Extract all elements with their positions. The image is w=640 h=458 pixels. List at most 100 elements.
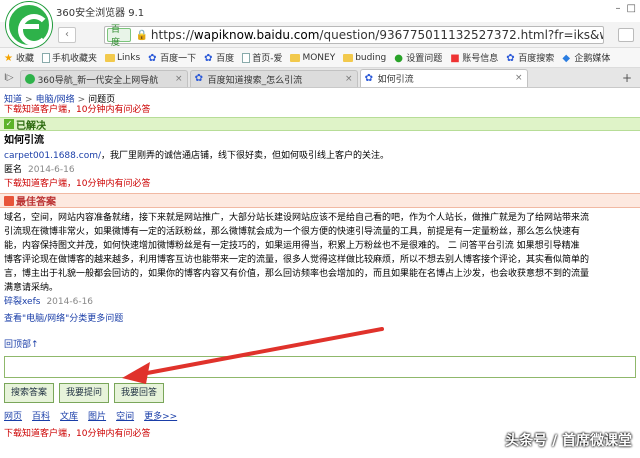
folder-icon (290, 53, 301, 62)
browser-tab[interactable]: 360导航_新一代安全上网导航 × (19, 70, 188, 87)
url-path: /question/936775011132527372.html?fr=iks… (319, 28, 603, 42)
maximize-icon[interactable]: □ (627, 3, 636, 14)
client-download-link-2[interactable]: 下载知道客户端，10分钟内有问必答 (4, 177, 636, 191)
paw-icon: ✿ (148, 53, 157, 64)
action-buttons: 搜索答案 我要提问 我要回答 (4, 383, 636, 405)
tab-label: 百度知道搜索_怎么引流 (207, 75, 303, 86)
link-webpage[interactable]: 网页 (4, 409, 22, 423)
close-tab-icon[interactable]: × (515, 73, 523, 83)
favorite-item[interactable]: 手机收藏夹 (42, 51, 97, 64)
favorite-label: 收藏 (16, 54, 35, 64)
best-answer-label: 最佳答案 (16, 197, 56, 208)
answer-input[interactable] (4, 356, 636, 378)
back-to-top-link[interactable]: 回顶部↑ (4, 337, 636, 353)
best-answer-icon (4, 195, 14, 206)
check-icon: ✓ (4, 119, 14, 129)
address-bar: ‹ 百度 🔒 https://wapiknow.baidu.com/questi… (0, 22, 640, 48)
solved-label: 已解决 (16, 120, 46, 132)
solved-status-bar: ✓ 已解决 (0, 117, 640, 132)
favorite-item[interactable]: ✿ 百度 (204, 51, 234, 64)
favorite-item[interactable]: ✿ 百度一下 (148, 51, 196, 64)
favorite-label: 首页-爱 (252, 54, 283, 64)
browser-tab[interactable]: ✿ 如何引流 × (359, 69, 528, 87)
url-prefix: https:// (150, 28, 194, 42)
nav-buttons: ‹ (58, 27, 76, 43)
green-icon: ● (394, 53, 403, 64)
red-icon: ■ (450, 53, 460, 64)
url-text[interactable]: https://wapiknow.baidu.com/question/9367… (151, 28, 603, 42)
favorite-item[interactable]: Links (105, 53, 140, 63)
tab-label: 360导航_新一代安全上网导航 (37, 75, 159, 86)
breadcrumb: 知道 > 电脑/网络 > 问题页 (4, 95, 116, 105)
url-field[interactable]: 百度 🔒 https://wapiknow.baidu.com/question… (104, 25, 604, 48)
page-icon (42, 52, 51, 63)
folder-icon (343, 53, 354, 62)
favorite-item[interactable]: buding (343, 53, 386, 63)
favorite-item[interactable]: ■ 账号信息 (450, 51, 498, 64)
minimize-icon[interactable]: – (616, 3, 621, 14)
favorite-item[interactable]: 首页-爱 (242, 51, 282, 64)
window-controls: – □ (616, 3, 636, 14)
star-icon: ★ (4, 53, 13, 64)
question-body: carpet001.1688.com/，我厂里刚弄的诚信通店铺，线下很好卖，但如… (4, 149, 636, 163)
paw-icon: ✿ (204, 53, 213, 64)
link-baike[interactable]: 百科 (32, 409, 50, 423)
close-tab-icon[interactable]: × (345, 74, 353, 84)
favorite-label: 百度一下 (160, 54, 197, 64)
answer-button[interactable]: 我要回答 (114, 383, 165, 403)
address-action-icon[interactable] (618, 28, 634, 42)
back-icon[interactable]: ‹ (58, 27, 76, 43)
close-tab-icon[interactable]: × (175, 74, 183, 84)
link-wenku[interactable]: 文库 (60, 409, 78, 423)
tab-bar: I▷ 360导航_新一代安全上网导航 × ✿ 百度知道搜索_怎么引流 × ✿ 如何引流 × + (0, 68, 640, 88)
best-answer-bar: 最佳答案 (0, 193, 640, 208)
answer-author[interactable]: 碎裂xefs (4, 297, 40, 307)
favorite-label: buding (355, 52, 387, 63)
more-questions-link[interactable]: 查看"电脑/网络"分类更多问题 (4, 311, 636, 327)
answer-date: 2014-6-16 (46, 297, 94, 307)
link-more[interactable]: 更多>> (144, 409, 177, 423)
favorite-label: 手机收藏夹 (52, 54, 98, 64)
link-images[interactable]: 图片 (88, 409, 106, 423)
link-space[interactable]: 空间 (116, 409, 134, 423)
paw-icon: ✿ (194, 73, 203, 84)
favorite-item[interactable]: ✿ 百度搜索 (506, 51, 554, 64)
browser-tab[interactable]: ✿ 百度知道搜索_怎么引流 × (189, 70, 358, 87)
favorite-label: 账号信息 (462, 54, 499, 64)
blue-icon: ◆ (562, 53, 571, 64)
answer-line: 博客评论现在做博客的越来越多，利用博客互访也能带来一定的流量，很多人觉得这样做比… (4, 255, 590, 265)
answer-line: 能，内容保持图文并茂，如何快速增加微博粉丝是有一定技巧的，如果运用得当，积累上万… (4, 241, 580, 251)
search-engine-badge[interactable]: 百度 (107, 25, 132, 48)
tab-label: 如何引流 (377, 75, 414, 85)
favorite-label: 百度 (216, 54, 235, 64)
question-author: 匿名 (4, 165, 23, 175)
paw-icon: ✿ (506, 53, 515, 64)
tab-list-icon[interactable]: I▷ (4, 73, 14, 83)
favorite-item[interactable]: ◆ 企鹅媒体 (562, 51, 610, 64)
question-meta: 匿名 2014-6-16 (4, 163, 636, 177)
favorite-label: MONEY (302, 52, 336, 63)
bottom-nav-links: 网页 百科 文库 图片 空间 更多>> (4, 409, 636, 423)
favorite-label: 设置问题 (406, 54, 443, 64)
favorites-bar: ★ 收藏 手机收藏夹 Links ✿ 百度一下 ✿ 百度 首页-爱 MONEY buding ● 设置问… (0, 48, 640, 68)
answer-line: 引流现在微博非常火，如果微博有一定的活跃粉丝，那么微博就会成为一个很方便的快速引… (4, 227, 581, 237)
question-title: 如何引流 (4, 135, 44, 146)
question-date: 2014-6-16 (28, 165, 75, 175)
page-icon (242, 52, 251, 63)
favorite-item[interactable]: ★ 收藏 (4, 51, 34, 64)
360-browser-logo-icon[interactable] (6, 2, 52, 48)
answer-line: 域名，空间，网站内容准备就绪，接下来就是网站推广，大部分站长建设网站应该不是给自… (4, 213, 590, 223)
favorite-item[interactable]: ● 设置问题 (394, 51, 442, 64)
lock-icon: 🔒 (135, 29, 148, 41)
ask-question-button[interactable]: 我要提问 (59, 383, 110, 403)
search-answer-button[interactable]: 搜索答案 (4, 383, 55, 403)
answer-text: 域名，空间，网站内容准备就绪，接下来就是网站推广，大部分站长建设网站应该不是给自… (4, 211, 636, 295)
question-link[interactable]: carpet001.1688.com/ (4, 151, 101, 161)
url-host: wapiknow.baidu.com (193, 28, 320, 42)
title-bar: 360安全浏览器 9.1 – □ (0, 0, 640, 48)
client-download-link[interactable]: 下载知道客户端，10分钟内有问必答 (4, 103, 636, 117)
favorite-item[interactable]: MONEY (290, 53, 335, 63)
new-tab-icon[interactable]: + (622, 71, 632, 85)
folder-icon (105, 53, 116, 62)
answer-line: 满意请采纳。 (4, 283, 59, 293)
